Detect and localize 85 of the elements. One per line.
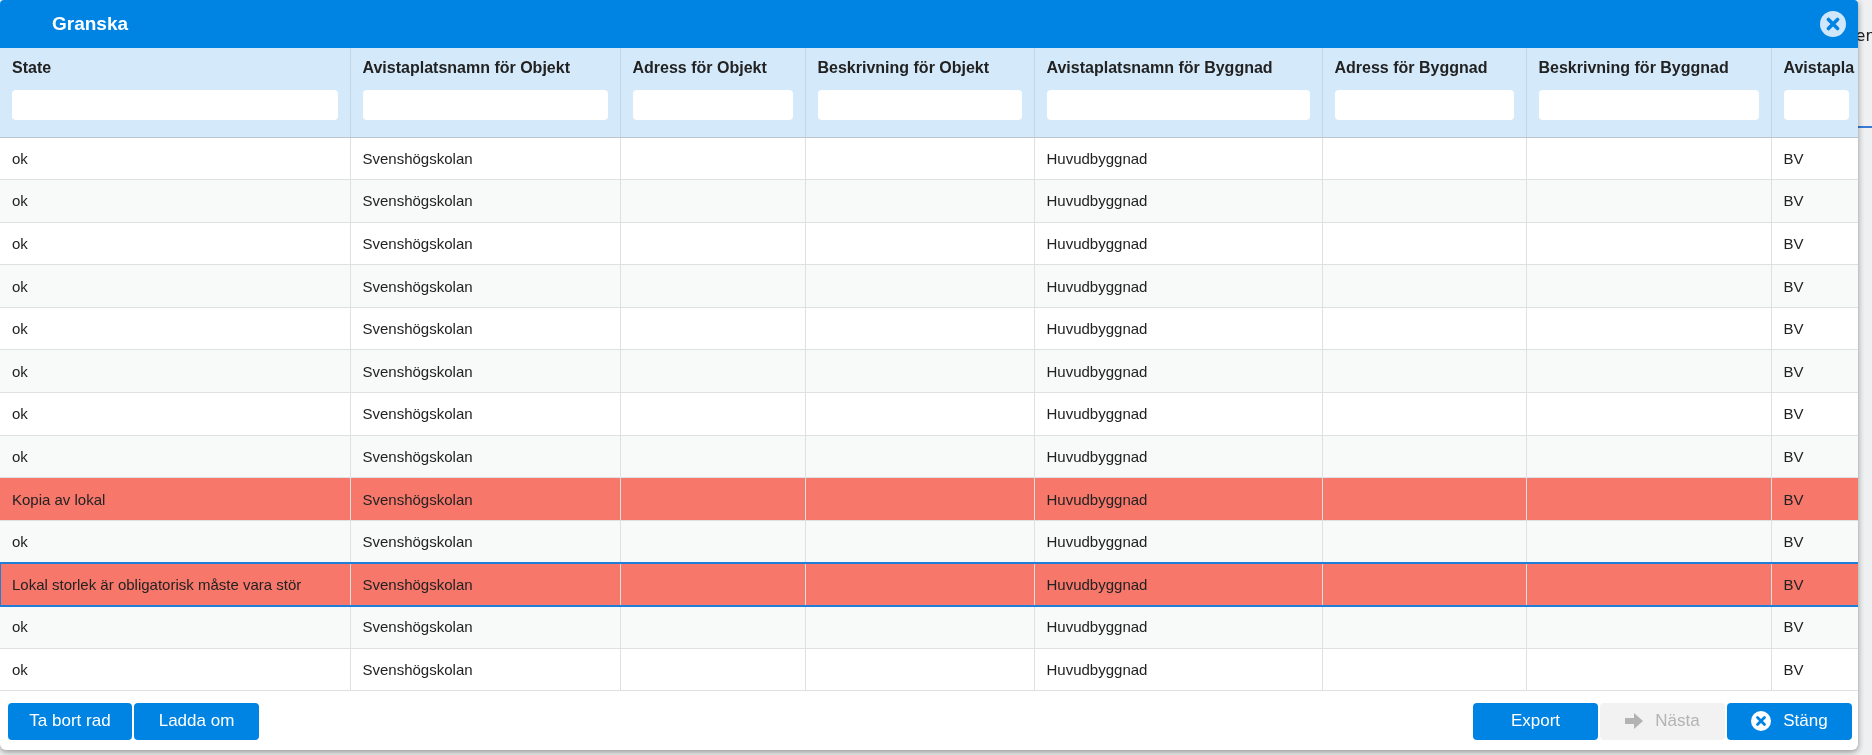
footer-button[interactable]: Export xyxy=(1473,702,1598,740)
table-cell: ok xyxy=(0,605,350,649)
column-title: Avistaplatsnamn för Byggnad xyxy=(1046,58,1273,78)
table-row[interactable]: ok Svenshögskolan Huvudbyggnad BV xyxy=(0,307,1858,350)
table-row[interactable]: ok Svenshögskolan Huvudbyggnad BV xyxy=(0,137,1858,180)
table-cell: Svenshögskolan xyxy=(350,349,620,393)
table-cell: BV xyxy=(1771,264,1858,308)
dialog-title: Granska xyxy=(52,13,129,35)
table-cell: Huvudbyggnad xyxy=(1034,179,1322,223)
table-row[interactable]: ok Svenshögskolan Huvudbyggnad BV xyxy=(0,520,1858,563)
filter-field[interactable] xyxy=(1538,90,1759,120)
table-cell: Kopia av lokal xyxy=(0,477,350,521)
column-title: Beskrivning för Byggnad xyxy=(1538,58,1729,78)
footer-button[interactable]: Ta bort rad xyxy=(8,702,132,740)
table-cell: Svenshögskolan xyxy=(350,435,620,478)
table-cell: Svenshögskolan xyxy=(350,137,620,180)
table-cell: Svenshögskolan xyxy=(350,179,620,223)
table-cell: Huvudbyggnad xyxy=(1034,307,1322,350)
filter-field[interactable] xyxy=(1783,90,1849,120)
table-row[interactable]: ok Svenshögskolan Huvudbyggnad BV xyxy=(0,648,1858,691)
filter-field[interactable] xyxy=(362,90,608,120)
filter-field[interactable] xyxy=(1046,90,1310,120)
table-cell: ok xyxy=(0,179,350,223)
table-cell: Huvudbyggnad xyxy=(1034,222,1322,265)
table-cell: Huvudbyggnad xyxy=(1034,605,1322,649)
filter-field[interactable] xyxy=(12,90,338,120)
table-row[interactable]: ok Svenshögskolan Huvudbyggnad BV xyxy=(0,222,1858,265)
table-cell: Svenshögskolan xyxy=(350,264,620,308)
filter-field[interactable] xyxy=(632,90,793,120)
table-cell: BV xyxy=(1771,648,1858,691)
close-circle-icon xyxy=(1751,711,1772,731)
table-cell: ok xyxy=(0,392,350,436)
table-cell: Huvudbyggnad xyxy=(1034,349,1322,393)
table-cell: ok xyxy=(0,435,350,478)
table-cell: ok xyxy=(0,349,350,393)
table-cell: Svenshögskolan xyxy=(350,605,620,649)
table-row[interactable]: Kopia av lokal Svenshögskolan Huvudbyggnad BV xyxy=(0,477,1858,521)
table-cell: BV xyxy=(1771,137,1858,180)
table-row[interactable]: ok Svenshögskolan Huvudbyggnad BV xyxy=(0,605,1858,649)
column-title: State xyxy=(12,58,52,78)
column-title: Adress för Byggnad xyxy=(1334,58,1488,78)
column-title: Avistaplatsnamn för Objekt xyxy=(362,58,570,78)
table-cell: Svenshögskolan xyxy=(350,307,620,350)
table-cell: Lokal storlek är obligatorisk måste vara stör xyxy=(0,562,350,606)
table-cell: BV xyxy=(1771,477,1858,521)
table-cell: Huvudbyggnad xyxy=(1034,562,1322,606)
table-cell: ok xyxy=(0,222,350,265)
table-row[interactable]: Lokal storlek är obligatorisk måste vara stör Svenshögskolan Huvudbyggnad BV xyxy=(0,562,1858,606)
table-cell: BV xyxy=(1771,349,1858,393)
table-cell: ok xyxy=(0,137,350,180)
footer-button[interactable]: Stäng xyxy=(1727,702,1852,740)
filter-field[interactable] xyxy=(1334,90,1514,120)
footer-button[interactable]: Ladda om xyxy=(134,702,259,740)
column-title: Avistapla xyxy=(1783,58,1855,78)
table-cell: Huvudbyggnad xyxy=(1034,477,1322,521)
table-cell: BV xyxy=(1771,562,1858,606)
table-cell: BV xyxy=(1771,307,1858,350)
table-cell: Huvudbyggnad xyxy=(1034,435,1322,478)
table-cell: Huvudbyggnad xyxy=(1034,392,1322,436)
table-cell: Svenshögskolan xyxy=(350,562,620,606)
table-cell: BV xyxy=(1771,222,1858,265)
table-row[interactable]: ok Svenshögskolan Huvudbyggnad BV xyxy=(0,435,1858,478)
table-cell: Huvudbyggnad xyxy=(1034,137,1322,180)
table-cell: Svenshögskolan xyxy=(350,648,620,691)
table-row[interactable]: ok Svenshögskolan Huvudbyggnad BV xyxy=(0,349,1858,393)
table-cell: ok xyxy=(0,264,350,308)
table-row[interactable]: ok Svenshögskolan Huvudbyggnad BV xyxy=(0,264,1858,308)
column-title: Adress för Objekt xyxy=(632,58,767,78)
table-cell: BV xyxy=(1771,435,1858,478)
table-cell: Svenshögskolan xyxy=(350,477,620,521)
filter-field[interactable] xyxy=(817,90,1022,120)
table-cell: BV xyxy=(1771,179,1858,223)
table-cell: Huvudbyggnad xyxy=(1034,648,1322,691)
arrow-right-icon xyxy=(1625,713,1644,729)
column-title: Beskrivning för Objekt xyxy=(817,58,990,78)
close-icon[interactable] xyxy=(1820,11,1846,37)
table-row[interactable]: ok Svenshögskolan Huvudbyggnad BV xyxy=(0,179,1858,223)
table-cell: Svenshögskolan xyxy=(350,222,620,265)
table-cell: BV xyxy=(1771,605,1858,649)
table-cell: Huvudbyggnad xyxy=(1034,264,1322,308)
table-cell: ok xyxy=(0,307,350,350)
table-cell: BV xyxy=(1771,392,1858,436)
table-row[interactable]: ok Svenshögskolan Huvudbyggnad BV xyxy=(0,392,1858,436)
table-cell: Svenshögskolan xyxy=(350,392,620,436)
table-cell: ok xyxy=(0,648,350,691)
